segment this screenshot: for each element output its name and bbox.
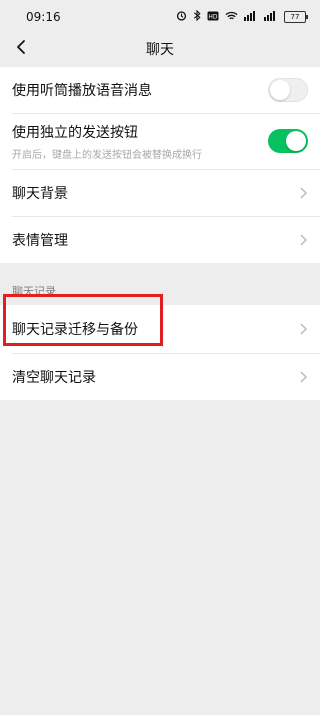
setting-sticker-management[interactable]: 表情管理	[0, 216, 320, 263]
clear-chat-history[interactable]: 清空聊天记录	[0, 353, 320, 400]
setting-separate-send-button: 使用独立的发送按钮 开启后，键盘上的发送按钮会被替换成换行	[0, 113, 320, 169]
chevron-right-icon	[298, 369, 308, 385]
setting-earpiece-playback: 使用听筒播放语音消息	[0, 67, 320, 113]
status-time: 09:16	[26, 10, 61, 24]
send-button-toggle[interactable]	[268, 129, 308, 153]
nav-bar: 聊天	[0, 34, 320, 64]
page-title: 聊天	[146, 42, 174, 58]
signal-icon	[264, 10, 278, 24]
battery-level: 77	[290, 12, 300, 21]
wifi-icon	[225, 11, 238, 24]
toggle-knob	[270, 80, 290, 100]
hd-icon: HD	[207, 11, 219, 24]
setting-label: 使用听筒播放语音消息	[12, 83, 152, 99]
earpiece-toggle[interactable]	[268, 78, 308, 102]
chevron-right-icon	[298, 185, 308, 201]
highlight-box	[3, 294, 163, 346]
alarm-icon	[176, 10, 187, 24]
setting-chat-background[interactable]: 聊天背景	[0, 169, 320, 216]
setting-label: 使用独立的发送按钮	[12, 124, 138, 141]
bluetooth-icon	[193, 9, 201, 24]
status-icons: HD 77	[176, 9, 308, 24]
battery-icon: 77	[284, 11, 308, 23]
signal-icon	[244, 10, 258, 24]
svg-text:HD: HD	[208, 13, 218, 20]
chevron-left-icon	[16, 39, 26, 59]
chevron-right-icon	[298, 232, 308, 248]
status-bar: 09:16 HD 77	[0, 0, 320, 34]
toggle-knob	[286, 131, 306, 151]
chevron-right-icon	[298, 321, 308, 337]
setting-description: 开启后，键盘上的发送按钮会被替换成换行	[12, 149, 202, 161]
back-button[interactable]	[8, 36, 34, 62]
setting-label: 表情管理	[12, 232, 68, 249]
setting-label: 聊天背景	[12, 185, 68, 202]
setting-label: 清空聊天记录	[12, 369, 96, 386]
settings-group: 使用听筒播放语音消息 使用独立的发送按钮 开启后，键盘上的发送按钮会被替换成换行…	[0, 67, 320, 263]
